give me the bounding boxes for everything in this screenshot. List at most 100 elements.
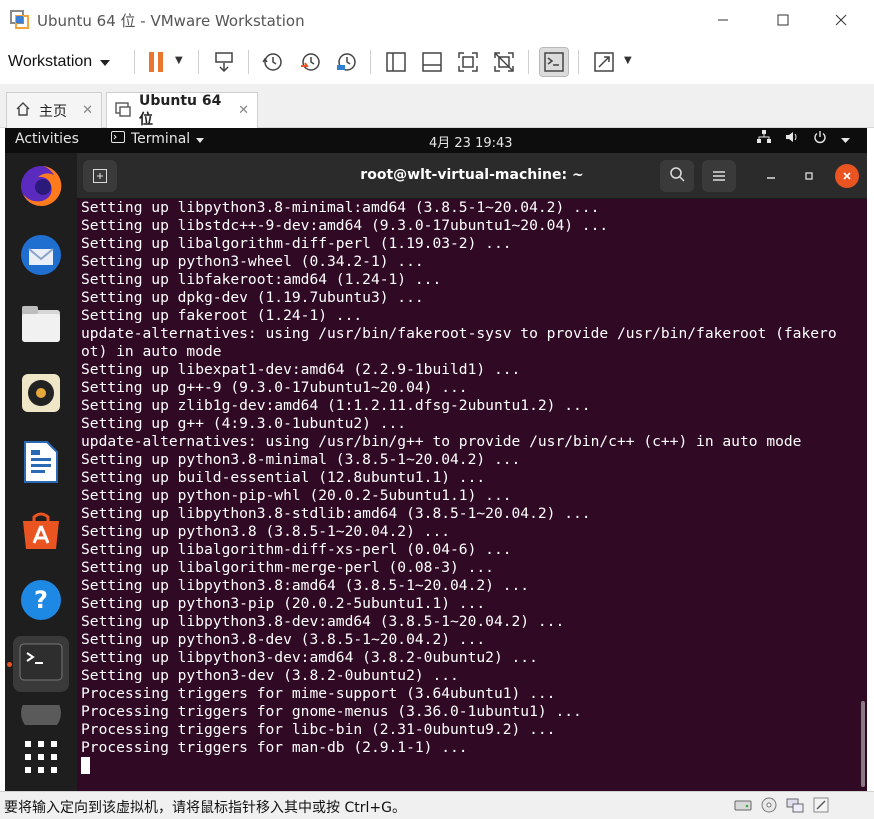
terminal-line: Setting up python3.8-minimal (3.8.5-1~20…: [81, 451, 521, 468]
workstation-menu-label: Workstation: [8, 53, 93, 70]
minimize-button[interactable]: [700, 5, 746, 35]
show-library-button[interactable]: [382, 48, 410, 76]
close-button[interactable]: [835, 164, 859, 188]
terminal-line: Setting up libpython3.8-stdlib:amd64 (3.…: [81, 505, 591, 522]
toolbar-divider: [370, 50, 371, 74]
chevron-down-icon[interactable]: ▼: [175, 55, 183, 66]
send-ctrl-alt-del-button[interactable]: [210, 48, 238, 76]
hard-disk-icon[interactable]: [734, 797, 752, 813]
maximize-button[interactable]: [760, 5, 806, 35]
terminal-line: ot) in auto mode: [81, 343, 222, 360]
tab-ubuntu-vm[interactable]: Ubuntu 64 位 ✕: [106, 92, 258, 128]
pause-button[interactable]: [142, 48, 170, 76]
dock-files[interactable]: [13, 298, 69, 354]
terminal-output[interactable]: Setting up libpython3.8-minimal:amd64 (3…: [77, 199, 855, 791]
terminal-line: Setting up python3.8 (3.8.5-1~20.04.2) .…: [81, 523, 451, 540]
terminal-icon: [19, 643, 63, 685]
window-title: Ubuntu 64 位 - VMware Workstation: [37, 12, 305, 30]
volume-icon: [785, 130, 799, 148]
terminal-title: root@wlt-virtual-machine: ~: [360, 167, 584, 183]
terminal-line: Setting up fakeroot (1.24-1) ...: [81, 307, 363, 324]
close-icon[interactable]: ✕: [82, 103, 93, 118]
menu-button[interactable]: [702, 160, 736, 192]
text-cursor: [81, 757, 90, 774]
minimize-button[interactable]: [759, 164, 783, 188]
terminal-scrollbar[interactable]: [861, 701, 865, 787]
terminal-line: Setting up dpkg-dev (1.19.7ubuntu3) ...: [81, 289, 424, 306]
terminal-line: update-alternatives: using /usr/bin/fake…: [81, 325, 837, 342]
show-thumbnail-bar-button[interactable]: [418, 48, 446, 76]
dock-ubuntu-software[interactable]: [13, 505, 69, 561]
terminal-line: Processing triggers for man-db (2.9.1-1)…: [81, 739, 468, 756]
console-view-button[interactable]: [539, 47, 569, 77]
search-button[interactable]: [660, 160, 694, 192]
vm-tab-bar: 主页 ✕ Ubuntu 64 位 ✕: [0, 84, 874, 128]
terminal-line: Setting up libalgorithm-merge-perl (0.08…: [81, 559, 494, 576]
chevron-down-icon: [841, 132, 850, 147]
snapshot-manager-button[interactable]: [332, 48, 360, 76]
usb-icon[interactable]: [812, 797, 830, 813]
terminal-line: Setting up libfakeroot:amd64 (1.24-1) ..…: [81, 271, 442, 288]
network-adapter-icon[interactable]: [786, 797, 804, 813]
chevron-down-icon[interactable]: ▼: [624, 55, 632, 66]
terminal-line: Setting up libpython3.8-dev:amd64 (3.8.5…: [81, 613, 565, 630]
rhythmbox-icon: [21, 373, 61, 417]
terminal-line: Processing triggers for libc-bin (2.31-0…: [81, 721, 556, 738]
full-screen-button[interactable]: [454, 48, 482, 76]
vmware-status-bar: 要将输入定向到该虚拟机，请将鼠标指针移入其中或按 Ctrl+G。: [0, 791, 874, 819]
dock-terminal[interactable]: [13, 636, 69, 692]
terminal-line: Setting up libalgorithm-diff-xs-perl (0.…: [81, 541, 512, 558]
vm-icon: [115, 101, 131, 121]
dock-firefox[interactable]: [13, 160, 69, 216]
stretch-guest-button[interactable]: [590, 48, 618, 76]
help-icon: ?: [19, 578, 63, 626]
hamburger-icon: [712, 167, 726, 186]
terminal-line: Setting up python3.8-dev (3.8.5-1~20.04.…: [81, 631, 486, 648]
show-applications-icon: [24, 740, 58, 778]
terminal-icon: [111, 131, 125, 147]
snapshot-button[interactable]: [258, 48, 286, 76]
terminal-prompt-line[interactable]: [81, 757, 855, 775]
dock-help[interactable]: ?: [13, 574, 69, 630]
unity-mode-button[interactable]: [490, 48, 518, 76]
cd-dvd-icon[interactable]: [760, 797, 778, 813]
chevron-down-icon: [100, 53, 111, 71]
close-icon[interactable]: ✕: [238, 103, 249, 118]
toolbar-divider: [578, 50, 579, 74]
terminal-line: Setting up python3-pip (20.0.2-5ubuntu1.…: [81, 595, 486, 612]
workstation-menu[interactable]: Workstation: [8, 47, 111, 77]
terminal-window[interactable]: root@wlt-virtual-machine: ~ Setting up l…: [77, 153, 867, 791]
dock-libreoffice-writer[interactable]: [13, 436, 69, 492]
app-icon: [19, 705, 63, 725]
vm-guest-display[interactable]: Activities Terminal 4月 23 19:43 ? root@w…: [5, 128, 867, 791]
system-tray[interactable]: [757, 130, 850, 148]
dock-rhythmbox[interactable]: [13, 367, 69, 423]
terminal-line: Setting up libalgorithm-diff-perl (1.19.…: [81, 235, 512, 252]
network-icon: [757, 130, 771, 148]
dock-thunderbird[interactable]: [13, 229, 69, 285]
device-status-icons: [734, 797, 830, 813]
terminal-line: Setting up zlib1g-dev:amd64 (1:1.2.11.df…: [81, 397, 591, 414]
firefox-icon: [18, 163, 64, 213]
terminal-line: Setting up python-pip-whl (20.0.2-5ubunt…: [81, 487, 512, 504]
app-menu[interactable]: Terminal: [111, 131, 205, 147]
clock[interactable]: 4月 23 19:43: [429, 132, 513, 151]
dock-partial-app[interactable]: [13, 705, 69, 725]
search-icon: [669, 166, 685, 186]
terminal-line: Processing triggers for mime-support (3.…: [81, 685, 556, 702]
revert-snapshot-button[interactable]: [296, 48, 324, 76]
power-icon: [813, 130, 827, 148]
toolbar-divider: [134, 50, 135, 74]
terminal-line: Setting up libpython3-dev:amd64 (3.8.2-0…: [81, 649, 538, 666]
terminal-line: Setting up g++-9 (9.3.0-17ubuntu1~20.04)…: [81, 379, 468, 396]
close-window-button[interactable]: [818, 5, 864, 35]
terminal-line: Setting up libexpat1-dev:amd64 (2.2.9-1b…: [81, 361, 521, 378]
tab-home[interactable]: 主页 ✕: [6, 92, 102, 128]
running-indicator: [7, 662, 12, 667]
show-applications-button[interactable]: [13, 731, 69, 787]
activities-button[interactable]: Activities: [15, 131, 79, 147]
terminal-line: Setting up libpython3.8-minimal:amd64 (3…: [81, 199, 600, 216]
maximize-button[interactable]: [797, 164, 821, 188]
terminal-line: Setting up libstdc++-9-dev:amd64 (9.3.0-…: [81, 217, 609, 234]
thunderbird-icon: [18, 232, 64, 282]
